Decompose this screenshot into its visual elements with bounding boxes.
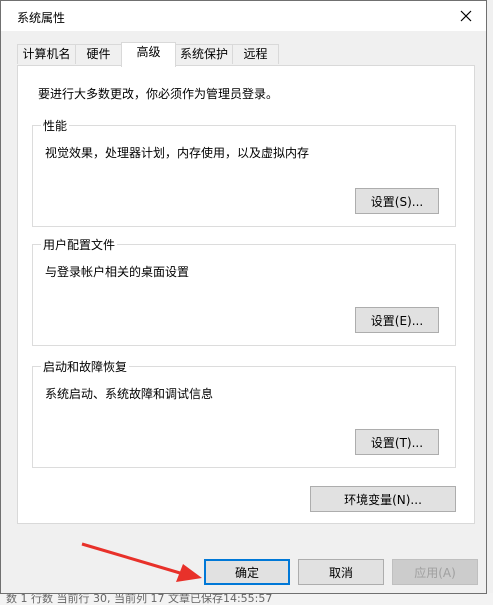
group-title: 用户配置文件 — [41, 236, 118, 253]
environment-variables-button[interactable]: 环境变量(N)... — [310, 486, 456, 512]
performance-group: 性能 视觉效果，处理器计划，内存使用，以及虚拟内存 设置(S)... — [32, 117, 456, 227]
system-properties-dialog: 系统属性 计算机名 硬件 高级 系统保护 远程 要进行大多数更改，你必须作为管理… — [0, 0, 487, 594]
advanced-tab-panel: 要进行大多数更改，你必须作为管理员登录。 性能 视觉效果，处理器计划，内存使用，… — [17, 65, 475, 524]
tab-advanced[interactable]: 高级 — [121, 42, 176, 67]
admin-notice: 要进行大多数更改，你必须作为管理员登录。 — [38, 87, 279, 101]
group-title: 启动和故障恢复 — [41, 358, 130, 375]
close-button[interactable] — [454, 4, 478, 28]
group-title: 性能 — [41, 117, 70, 134]
user-profiles-settings-button[interactable]: 设置(E)... — [355, 307, 439, 333]
group-description: 系统启动、系统故障和调试信息 — [45, 387, 214, 401]
startup-recovery-group: 启动和故障恢复 系统启动、系统故障和调试信息 设置(T)... — [32, 358, 456, 468]
performance-settings-button[interactable]: 设置(S)... — [355, 188, 439, 214]
ok-button[interactable]: 确定 — [204, 559, 290, 585]
cancel-button[interactable]: 取消 — [298, 559, 384, 585]
background-status-bar: 数 1 行数 当前行 30, 当前列 17 文章已保存14:55:57 — [0, 593, 493, 605]
tab-remote[interactable]: 远程 — [232, 44, 279, 64]
group-description: 与登录帐户相关的桌面设置 — [45, 265, 190, 279]
annotation-arrow-icon — [81, 542, 202, 582]
tab-system-protection[interactable]: 系统保护 — [175, 44, 233, 64]
title-bar[interactable]: 系统属性 — [1, 1, 486, 31]
tab-hardware[interactable]: 硬件 — [75, 44, 122, 64]
startup-recovery-settings-button[interactable]: 设置(T)... — [355, 429, 439, 455]
tab-computer-name[interactable]: 计算机名 — [17, 44, 76, 64]
user-profiles-group: 用户配置文件 与登录帐户相关的桌面设置 设置(E)... — [32, 236, 456, 346]
close-icon — [460, 10, 472, 22]
apply-button[interactable]: 应用(A) — [392, 559, 478, 585]
dialog-title: 系统属性 — [17, 11, 66, 25]
group-description: 视觉效果，处理器计划，内存使用，以及虚拟内存 — [45, 146, 310, 160]
